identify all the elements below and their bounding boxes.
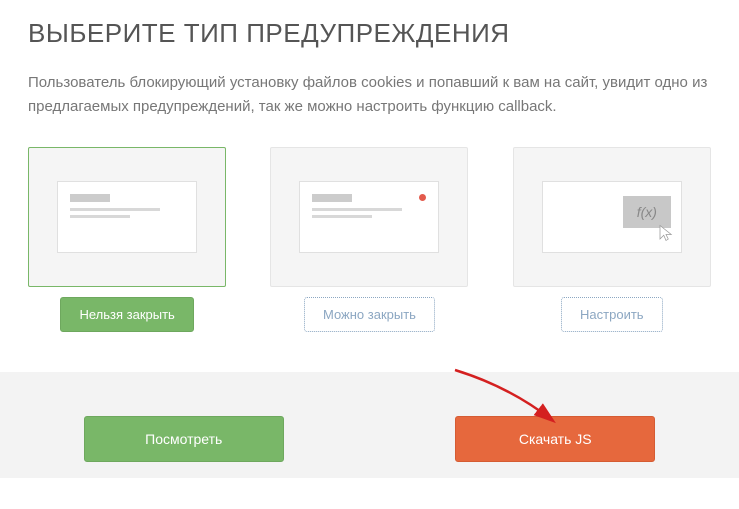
preview-button[interactable]: Посмотреть bbox=[84, 416, 284, 462]
select-configure-button[interactable]: Настроить bbox=[561, 297, 663, 332]
mock-text-line bbox=[312, 208, 402, 211]
mock-text-line bbox=[70, 215, 130, 218]
close-dot-icon bbox=[419, 194, 426, 201]
card-can-close[interactable]: Можно закрыть bbox=[270, 147, 468, 332]
card-cannot-close[interactable]: Нельзя закрыть bbox=[28, 147, 226, 332]
card-preview-cannot-close bbox=[28, 147, 226, 287]
mock-dialog bbox=[57, 181, 197, 253]
card-preview-can-close bbox=[270, 147, 468, 287]
mock-dialog: f(x) bbox=[542, 181, 682, 253]
mock-title-bar bbox=[70, 194, 110, 202]
mock-dialog bbox=[299, 181, 439, 253]
mock-text-line bbox=[70, 208, 160, 211]
page-description: Пользователь блокирующий установку файло… bbox=[28, 71, 711, 119]
card-configure[interactable]: f(x) Настроить bbox=[513, 147, 711, 332]
cursor-icon bbox=[657, 224, 675, 242]
warning-type-cards: Нельзя закрыть Можно закрыть f(x) bbox=[28, 147, 711, 332]
download-js-button[interactable]: Скачать JS bbox=[455, 416, 655, 462]
select-cannot-close-button[interactable]: Нельзя закрыть bbox=[60, 297, 193, 332]
mock-text-line bbox=[312, 215, 372, 218]
select-can-close-button[interactable]: Можно закрыть bbox=[304, 297, 435, 332]
mock-title-bar bbox=[312, 194, 352, 202]
page-heading: ВЫБЕРИТЕ ТИП ПРЕДУПРЕЖДЕНИЯ bbox=[28, 18, 711, 49]
footer-actions: Посмотреть Скачать JS bbox=[0, 372, 739, 478]
card-preview-configure: f(x) bbox=[513, 147, 711, 287]
